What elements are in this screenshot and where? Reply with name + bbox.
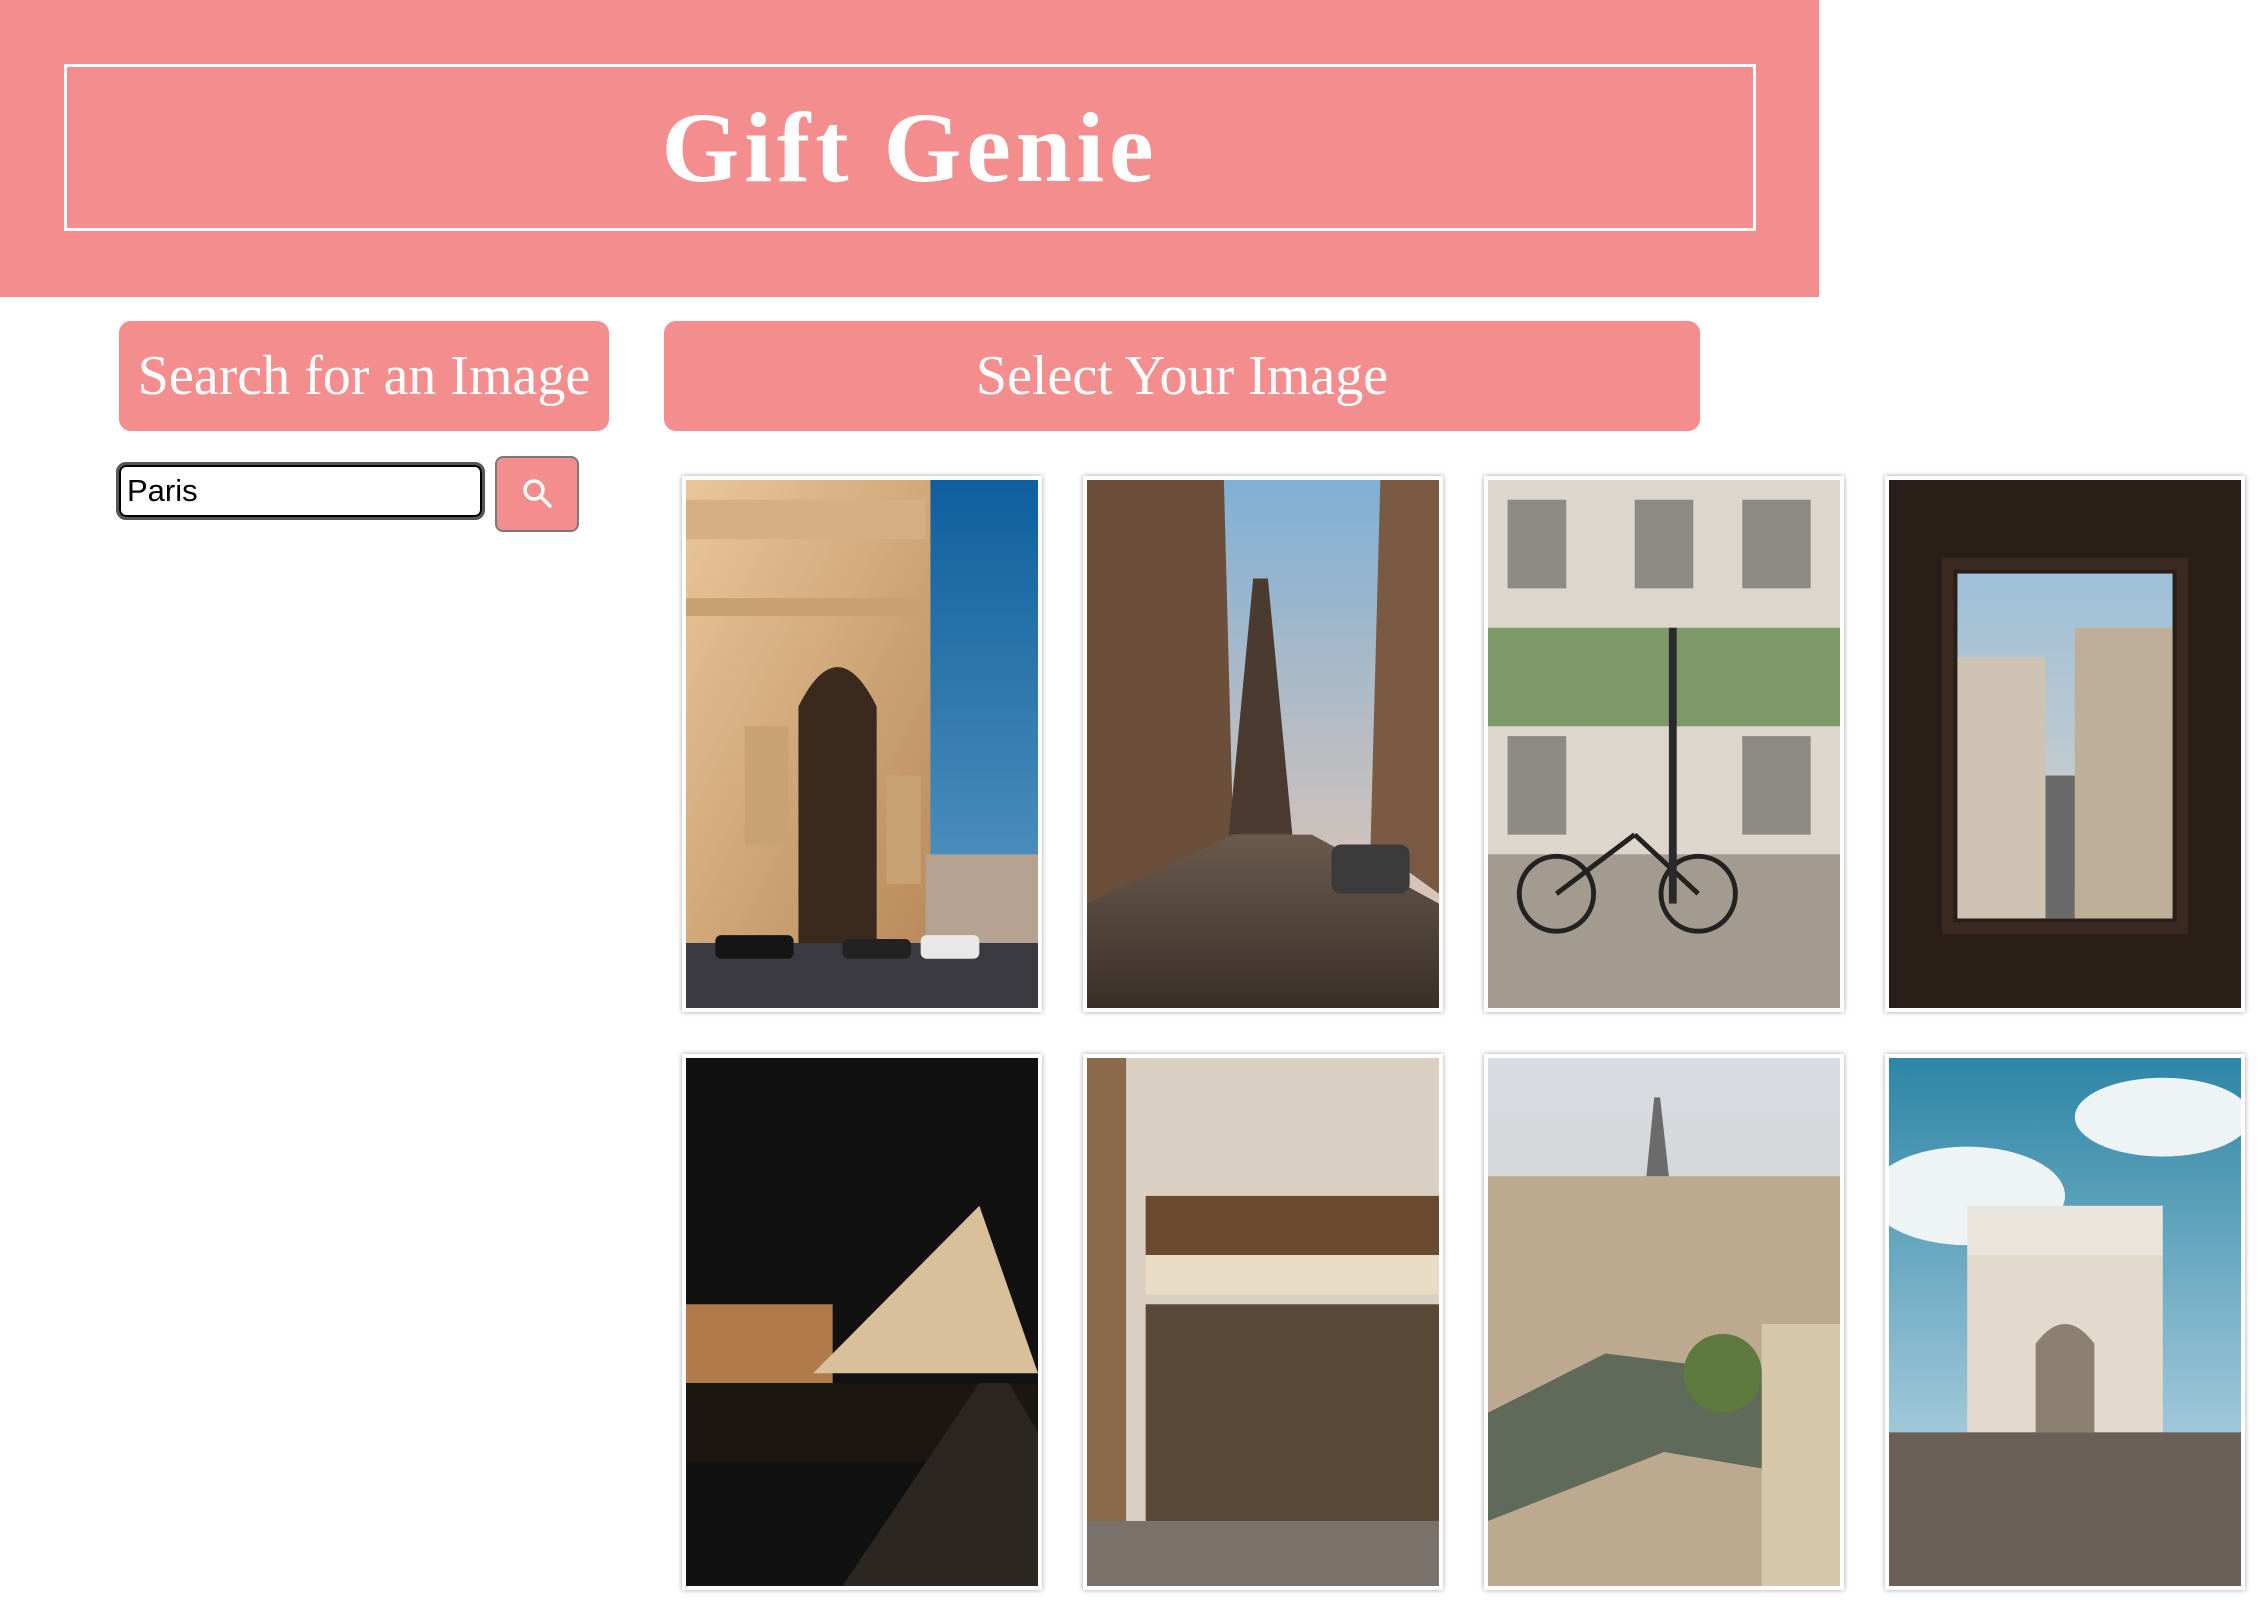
gallery-image-eiffel-tower-cobblestone-street[interactable] (1083, 476, 1443, 1012)
search-input[interactable] (116, 462, 485, 520)
app-title: Gift Genie (661, 92, 1159, 203)
gallery-image-louvre-pyramid-at-night[interactable] (682, 1054, 1042, 1590)
title-frame: Gift Genie (64, 64, 1756, 231)
search-button[interactable] (495, 456, 579, 532)
gallery-image-paris-skyline-over-seine[interactable] (1484, 1054, 1844, 1590)
gallery-image-window-view-of-paris-street[interactable] (1885, 476, 2245, 1012)
gallery-image-arc-de-triomphe-sunset[interactable] (682, 476, 1042, 1012)
app-header: Gift Genie (0, 0, 1819, 297)
gallery-section-label: Select Your Image (664, 321, 1700, 431)
search-section-label: Search for an Image (119, 321, 609, 431)
gallery-image-arc-de-triomphe-blue-sky[interactable] (1885, 1054, 2245, 1590)
gallery-image-parisian-facade-with-bicycle[interactable] (1484, 476, 1844, 1012)
search-icon (519, 475, 555, 514)
gallery-image-parisian-cafe-storefront[interactable] (1083, 1054, 1443, 1590)
